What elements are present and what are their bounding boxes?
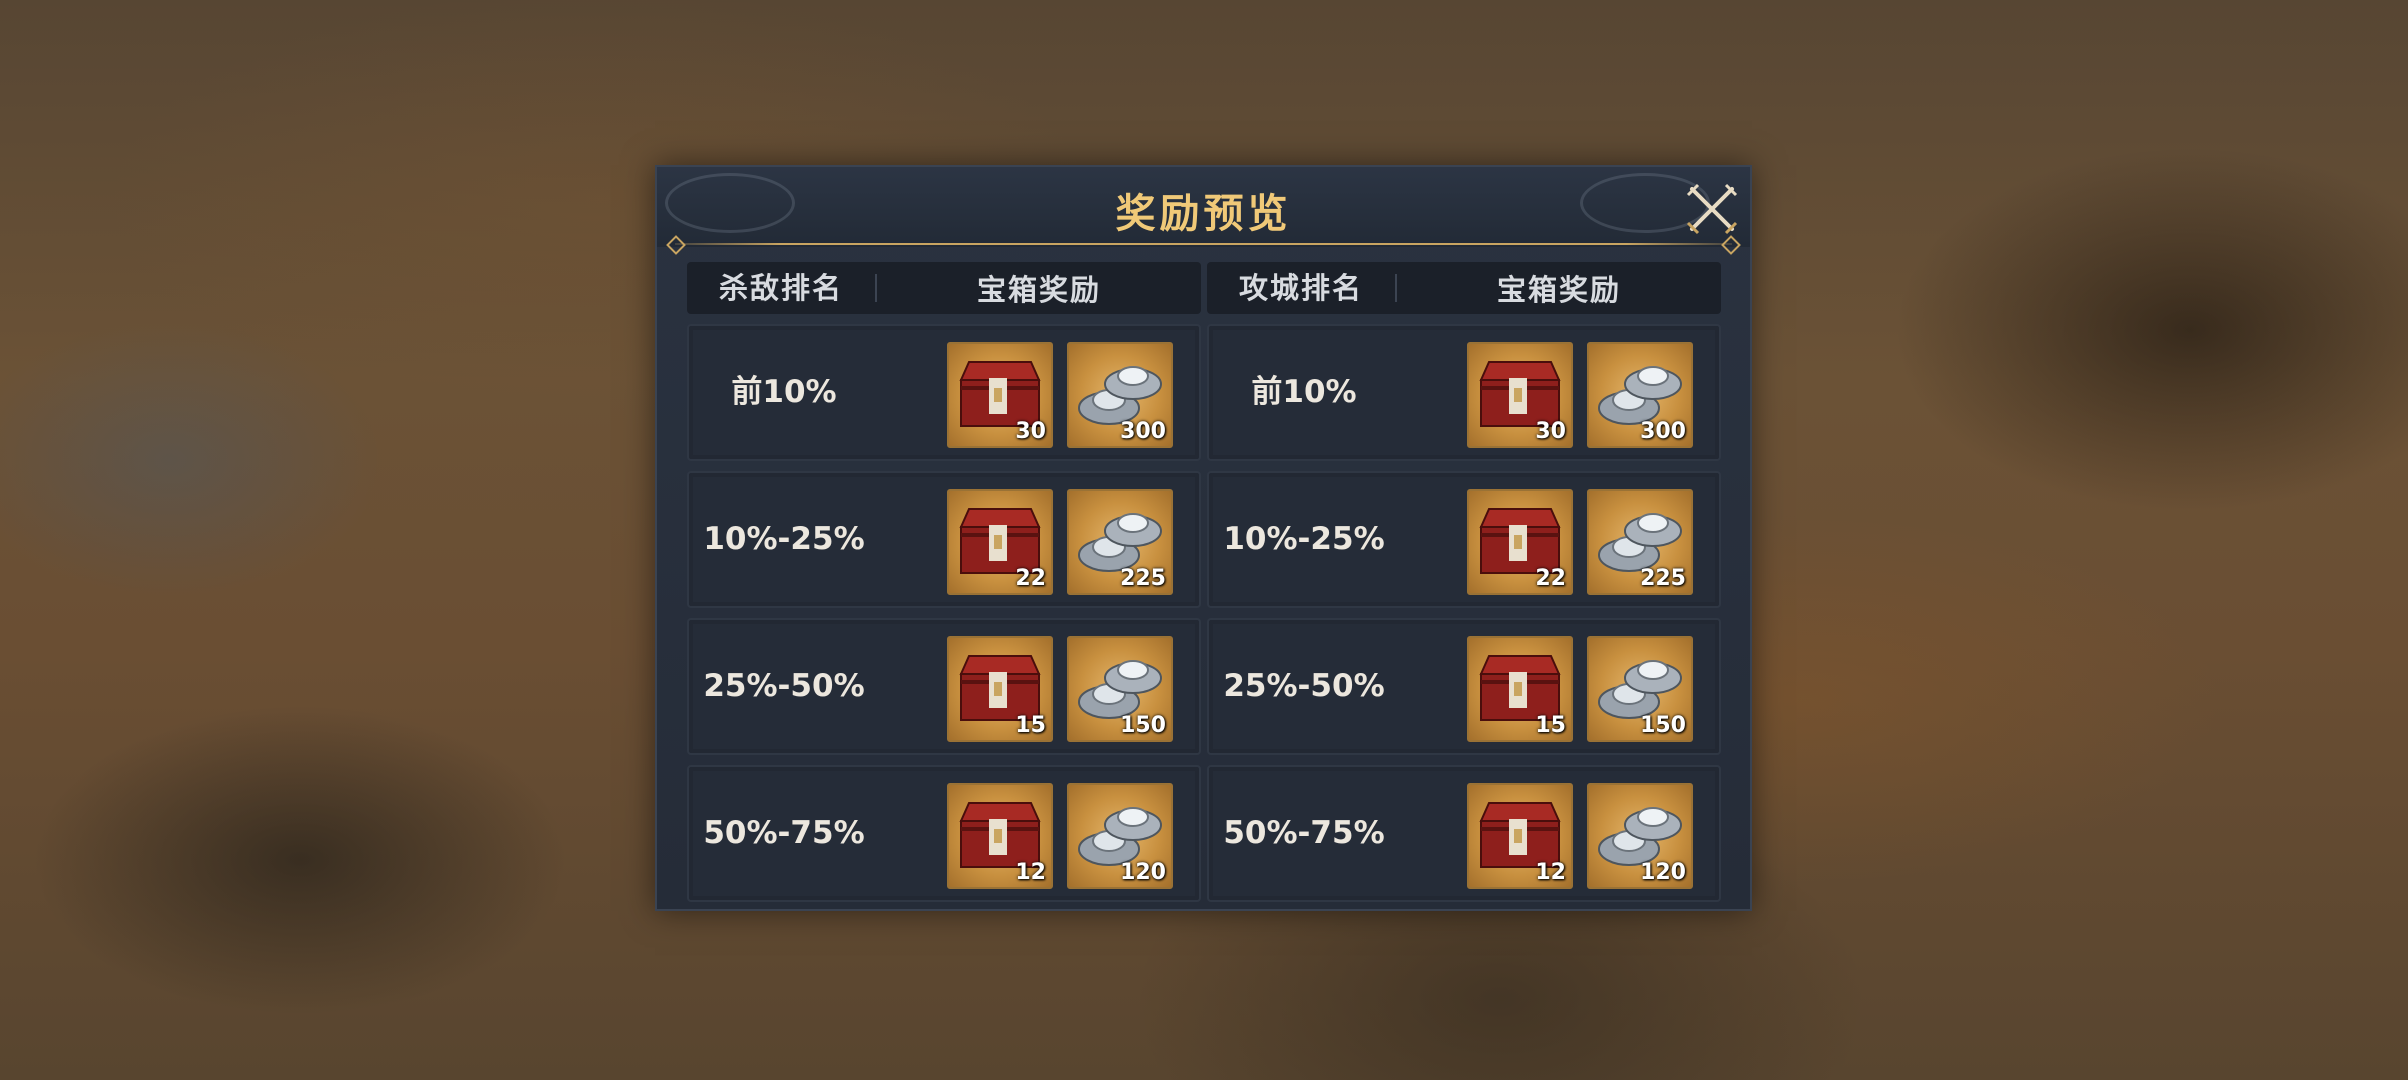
item-count: 22: [1015, 566, 1046, 591]
kill-reward-row: 10%-25% 22 225: [687, 471, 1201, 608]
siege-rank-header: 攻城排名: [1207, 274, 1397, 303]
treasure-chest-item[interactable]: 22: [1467, 489, 1573, 595]
item-count: 15: [1015, 713, 1046, 738]
item-count: 30: [1535, 419, 1566, 444]
siege-ranking-section: 攻城排名 宝箱奖励 前10% 30 300 10%-25% 22 225 25%…: [1207, 262, 1721, 907]
item-count: 300: [1120, 419, 1166, 444]
dialog-title: 奖励预览: [1115, 190, 1292, 237]
item-count: 150: [1640, 713, 1686, 738]
rank-label: 50%-75%: [1223, 815, 1385, 851]
item-count: 30: [1015, 419, 1046, 444]
dialog-header: 奖励预览: [657, 167, 1750, 247]
rank-label: 10%-25%: [703, 521, 865, 557]
silver-ingot-item[interactable]: 225: [1587, 489, 1693, 595]
rank-label: 25%-50%: [703, 668, 865, 704]
item-count: 15: [1535, 713, 1566, 738]
item-count: 12: [1015, 860, 1046, 885]
kill-ranking-section: 杀敌排名 宝箱奖励 前10% 30 300 10%-25% 22 225 25%…: [687, 262, 1201, 907]
siege-reward-row: 25%-50% 15 150: [1207, 618, 1721, 755]
silver-ingot-item[interactable]: 300: [1587, 342, 1693, 448]
treasure-chest-item[interactable]: 15: [947, 636, 1053, 742]
silver-ingot-item[interactable]: 300: [1067, 342, 1173, 448]
item-count: 120: [1640, 860, 1686, 885]
kill-reward-header: 宝箱奖励: [976, 273, 1101, 307]
item-count: 300: [1640, 419, 1686, 444]
rank-label: 50%-75%: [703, 815, 865, 851]
rank-label: 10%-25%: [1223, 521, 1385, 557]
close-button[interactable]: [1684, 181, 1740, 237]
reward-preview-dialog: 奖励预览 杀敌排名 宝箱奖励 前10% 30 300 10%-25% 22 22…: [655, 165, 1752, 911]
siege-column-header: 攻城排名 宝箱奖励: [1207, 262, 1721, 314]
kill-reward-row: 前10% 30 300: [687, 324, 1201, 461]
silver-ingot-item[interactable]: 225: [1067, 489, 1173, 595]
siege-reward-row: 前10% 30 300: [1207, 324, 1721, 461]
kill-reward-row: 25%-50% 15 150: [687, 618, 1201, 755]
silver-ingot-item[interactable]: 150: [1067, 636, 1173, 742]
silver-ingot-item[interactable]: 120: [1587, 783, 1693, 889]
treasure-chest-item[interactable]: 12: [1467, 783, 1573, 889]
silver-ingot-item[interactable]: 120: [1067, 783, 1173, 889]
siege-reward-row: 50%-75% 12 120: [1207, 765, 1721, 902]
item-count: 225: [1120, 566, 1166, 591]
treasure-chest-item[interactable]: 30: [1467, 342, 1573, 448]
silver-ingot-item[interactable]: 150: [1587, 636, 1693, 742]
kill-rank-header: 杀敌排名: [687, 274, 877, 303]
title-divider: [675, 243, 1732, 245]
close-icon: [1686, 183, 1738, 235]
treasure-chest-item[interactable]: 15: [1467, 636, 1573, 742]
treasure-chest-item[interactable]: 22: [947, 489, 1053, 595]
siege-reward-header: 宝箱奖励: [1496, 273, 1621, 307]
siege-reward-row: 10%-25% 22 225: [1207, 471, 1721, 608]
item-count: 22: [1535, 566, 1566, 591]
item-count: 12: [1535, 860, 1566, 885]
kill-column-header: 杀敌排名 宝箱奖励: [687, 262, 1201, 314]
rank-label: 前10%: [731, 374, 837, 410]
item-count: 150: [1120, 713, 1166, 738]
treasure-chest-item[interactable]: 30: [947, 342, 1053, 448]
kill-reward-row: 50%-75% 12 120: [687, 765, 1201, 902]
item-count: 225: [1640, 566, 1686, 591]
rank-label: 前10%: [1251, 374, 1357, 410]
item-count: 120: [1120, 860, 1166, 885]
treasure-chest-item[interactable]: 12: [947, 783, 1053, 889]
rank-label: 25%-50%: [1223, 668, 1385, 704]
